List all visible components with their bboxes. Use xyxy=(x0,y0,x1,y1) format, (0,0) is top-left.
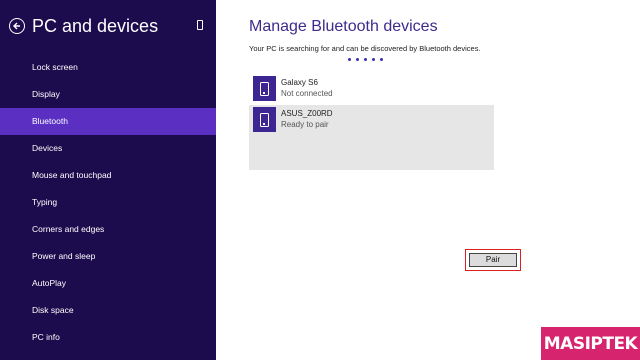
device-item-asus-z00rd[interactable]: ASUS_Z00RD Ready to pair Pair xyxy=(249,105,521,271)
device-icon xyxy=(197,20,203,30)
sidebar-item-pc-info[interactable]: PC info xyxy=(0,324,216,351)
sidebar: PC and devices Lock screen Display Bluet… xyxy=(0,0,216,360)
phone-icon xyxy=(253,107,276,132)
sidebar-item-power-and-sleep[interactable]: Power and sleep xyxy=(0,243,216,270)
sidebar-item-bluetooth[interactable]: Bluetooth xyxy=(0,108,216,135)
search-status-text: Your PC is searching for and can be disc… xyxy=(249,44,481,53)
main-content: Manage Bluetooth devices Your PC is sear… xyxy=(216,0,640,360)
phone-icon xyxy=(253,76,276,101)
progress-dot xyxy=(372,58,375,61)
sidebar-item-typing[interactable]: Typing xyxy=(0,189,216,216)
page-title: PC and devices xyxy=(32,16,159,36)
watermark-logo: MASIPTEK xyxy=(541,327,640,360)
device-name: Galaxy S6 xyxy=(281,78,318,87)
progress-dot xyxy=(356,58,359,61)
device-status: Ready to pair xyxy=(281,120,329,129)
sidebar-header: PC and devices xyxy=(0,0,216,56)
device-name: ASUS_Z00RD xyxy=(281,109,333,118)
sidebar-list: Lock screen Display Bluetooth Devices Mo… xyxy=(0,54,216,351)
sidebar-item-mouse-and-touchpad[interactable]: Mouse and touchpad xyxy=(0,162,216,189)
sidebar-item-devices[interactable]: Devices xyxy=(0,135,216,162)
progress-dot xyxy=(380,58,383,61)
progress-dot xyxy=(348,58,351,61)
sidebar-item-display[interactable]: Display xyxy=(0,81,216,108)
sidebar-item-disk-space[interactable]: Disk space xyxy=(0,297,216,324)
section-title: Manage Bluetooth devices xyxy=(249,18,438,35)
pair-button[interactable]: Pair xyxy=(469,253,517,267)
sidebar-item-autoplay[interactable]: AutoPlay xyxy=(0,270,216,297)
back-arrow-icon[interactable] xyxy=(9,18,25,34)
progress-dot xyxy=(364,58,367,61)
device-item-galaxy-s6[interactable]: Galaxy S6 Not connected xyxy=(249,74,494,104)
sidebar-item-corners-and-edges[interactable]: Corners and edges xyxy=(0,216,216,243)
watermark-text: MASIPTEK xyxy=(543,333,638,354)
device-status: Not connected xyxy=(281,89,333,98)
searching-progress-indicator xyxy=(348,58,383,61)
sidebar-item-lock-screen[interactable]: Lock screen xyxy=(0,54,216,81)
